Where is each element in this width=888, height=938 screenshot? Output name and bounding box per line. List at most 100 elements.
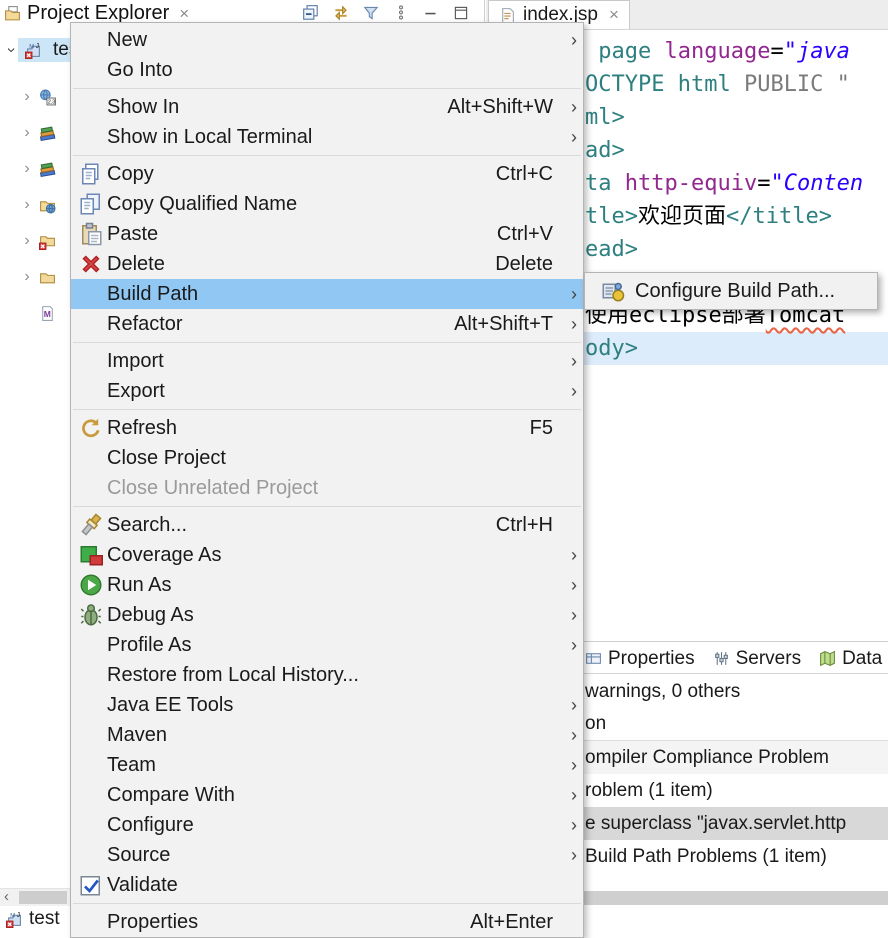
menu-item-properties[interactable]: PropertiesAlt+Enter <box>71 907 583 937</box>
search-icon <box>79 516 103 534</box>
tab-data[interactable]: Data <box>819 648 882 670</box>
menu-icon-slot <box>79 636 103 654</box>
menu-item-label: Go Into <box>107 59 173 82</box>
menu-shortcut: Delete <box>495 253 563 276</box>
debug-icon <box>79 606 103 624</box>
chevron-right-icon[interactable] <box>20 88 34 106</box>
problem-row-text: roblem (1 item) <box>585 780 713 802</box>
menu-item-configure[interactable]: Configure <box>71 810 583 840</box>
menu-item-build-path[interactable]: Build Path <box>71 279 583 309</box>
folder-web-icon <box>39 197 56 214</box>
svg-text:J: J <box>17 911 20 918</box>
minimize-icon[interactable] <box>422 4 440 22</box>
submenu-arrow-icon <box>563 97 577 118</box>
bottom-tab-label: Data <box>842 648 882 670</box>
folder-error-icon <box>39 233 56 250</box>
menu-item-coverage-as[interactable]: Coverage As <box>71 540 583 570</box>
menu-item-import[interactable]: Import <box>71 346 583 376</box>
menu-item-team[interactable]: Team <box>71 750 583 780</box>
submenu-arrow-icon <box>563 635 577 656</box>
pom-file-icon: M <box>39 305 56 322</box>
menu-item-refresh[interactable]: RefreshF5 <box>71 413 583 443</box>
menu-item-label: Search... <box>107 514 187 537</box>
tree-item-java-resources[interactable] <box>20 120 61 146</box>
tab-servers[interactable]: Servers <box>713 648 801 670</box>
menu-item-restore-from-local-history[interactable]: Restore from Local History... <box>71 660 583 690</box>
tree-item-javascript-resources[interactable] <box>20 156 61 182</box>
menu-item-compare-with[interactable]: Compare With <box>71 780 583 810</box>
menu-item-label: Show in Local Terminal <box>107 126 312 149</box>
tab-properties[interactable]: Properties <box>585 648 695 670</box>
menu-icon-slot <box>79 479 103 497</box>
filter-icon[interactable] <box>362 4 380 22</box>
bottom-tab-label: Servers <box>736 648 801 670</box>
menu-icon-slot <box>79 913 103 931</box>
chevron-right-icon[interactable] <box>20 124 34 142</box>
submenu-arrow-icon <box>563 785 577 806</box>
menu-item-paste[interactable]: PasteCtrl+V <box>71 219 583 249</box>
data-view-icon <box>819 650 836 667</box>
menu-item-copy-qualified-name[interactable]: Copy Qualified Name <box>71 189 583 219</box>
tree-item-src-folder[interactable] <box>20 228 61 254</box>
menu-item-label: Validate <box>107 874 178 897</box>
problem-row-text: on <box>585 713 606 735</box>
menu-item-java-ee-tools[interactable]: Java EE Tools <box>71 690 583 720</box>
menu-item-refactor[interactable]: RefactorAlt+Shift+T <box>71 309 583 339</box>
menu-item-go-into[interactable]: Go Into <box>71 55 583 85</box>
tree-item-target-folder[interactable] <box>20 264 61 290</box>
menu-item-maven[interactable]: Maven <box>71 720 583 750</box>
menu-item-delete[interactable]: Delete Delete <box>71 249 583 279</box>
menu-icon-slot <box>79 315 103 333</box>
close-icon[interactable] <box>605 4 619 26</box>
eclipse-window: Project Explorer MJtest2.3M MJ test page… <box>0 0 888 938</box>
collapse-all-icon[interactable] <box>302 4 320 22</box>
menu-icon-slot <box>79 98 103 116</box>
menu-item-show-in-local-terminal[interactable]: Show in Local Terminal <box>71 122 583 152</box>
configure-build-path-icon <box>601 282 625 300</box>
chevron-right-icon[interactable] <box>20 232 34 250</box>
tree-item-deployed-resources[interactable] <box>20 192 61 218</box>
menu-item-validate[interactable]: Validate <box>71 870 583 900</box>
scrollbar-thumb[interactable] <box>19 891 67 904</box>
menu-item-profile-as[interactable]: Profile As <box>71 630 583 660</box>
menu-item-label: Delete <box>107 253 165 276</box>
menu-item-show-in[interactable]: Show InAlt+Shift+W <box>71 92 583 122</box>
chevron-right-icon[interactable] <box>20 268 34 286</box>
menu-item-debug-as[interactable]: Debug As <box>71 600 583 630</box>
delete-icon <box>79 255 103 273</box>
submenu-item-configure-build-path[interactable]: Configure Build Path... <box>593 276 869 306</box>
properties-view-icon <box>585 650 602 667</box>
run-icon <box>79 576 103 594</box>
menu-item-label: Source <box>107 844 170 867</box>
maven-project-icon: MJ <box>25 42 42 59</box>
link-with-editor-icon[interactable] <box>332 4 350 22</box>
menu-icon-slot <box>79 382 103 400</box>
menu-item-label: Run As <box>107 574 171 597</box>
menu-icon-slot <box>79 352 103 370</box>
menu-item-run-as[interactable]: Run As <box>71 570 583 600</box>
menu-item-search[interactable]: Search...Ctrl+H <box>71 510 583 540</box>
menu-item-export[interactable]: Export <box>71 376 583 406</box>
menu-icon-slot <box>79 128 103 146</box>
chevron-right-icon[interactable] <box>20 196 34 214</box>
context-menu: New Go Into Show InAlt+Shift+W Show in Loca… <box>70 22 584 938</box>
bottom-tab-label: Properties <box>608 648 695 670</box>
tree-item-pom-xml[interactable]: M <box>20 300 61 326</box>
view-menu-icon[interactable] <box>392 4 410 22</box>
menu-item-copy[interactable]: CopyCtrl+C <box>71 159 583 189</box>
submenu-arrow-icon <box>563 605 577 626</box>
menu-item-close-project[interactable]: Close Project <box>71 443 583 473</box>
menu-item-new[interactable]: New <box>71 25 583 55</box>
menu-icon-slot <box>79 846 103 864</box>
jsp-file-icon <box>499 7 516 24</box>
menu-item-source[interactable]: Source <box>71 840 583 870</box>
svg-text:M: M <box>10 912 15 918</box>
chevron-down-icon[interactable] <box>2 43 20 57</box>
menu-item-label: New <box>107 29 147 52</box>
tree-item-deployment-descriptor[interactable]: 2.3 <box>20 84 61 110</box>
deployment-descriptor-icon: 2.3 <box>39 89 56 106</box>
svg-text:M: M <box>44 309 51 319</box>
menu-icon-slot <box>79 61 103 79</box>
maximize-icon[interactable] <box>452 4 470 22</box>
chevron-right-icon[interactable] <box>20 160 34 178</box>
